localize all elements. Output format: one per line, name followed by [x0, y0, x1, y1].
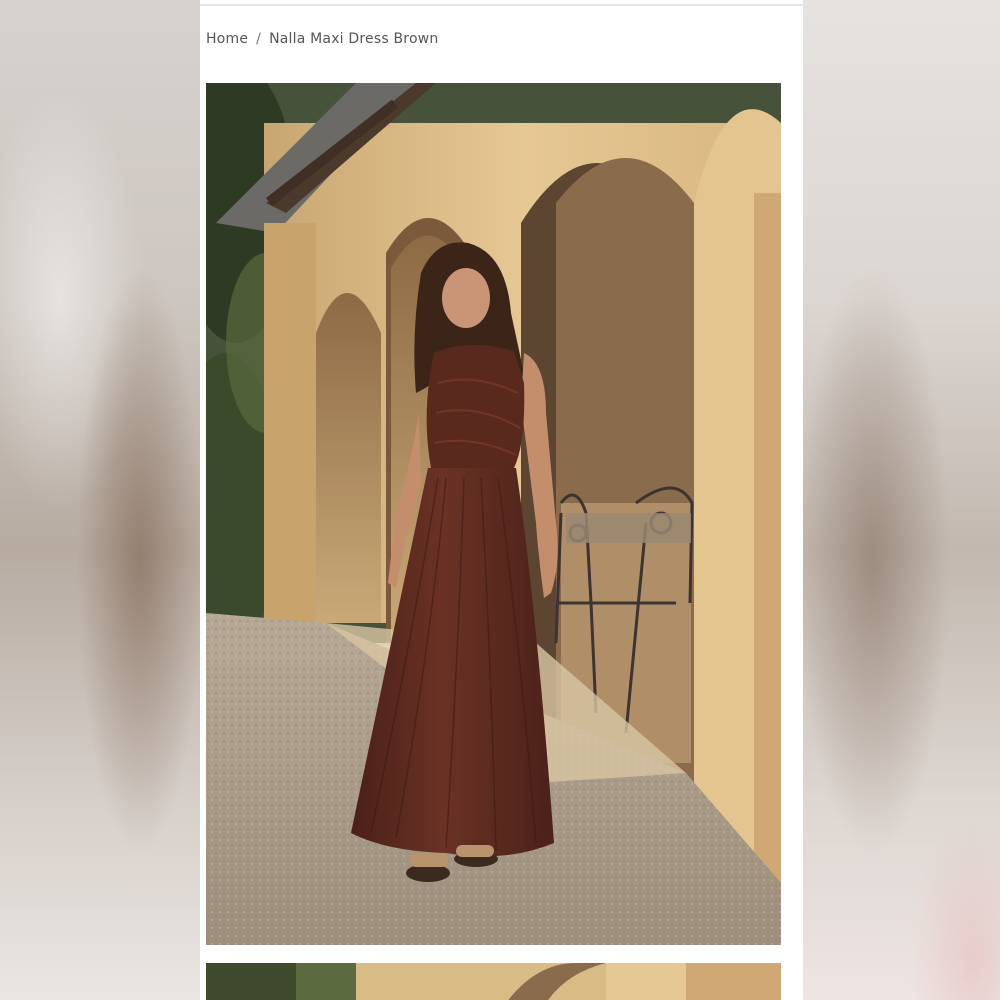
blurred-backdrop-left: [0, 0, 200, 1000]
breadcrumb-separator: /: [256, 31, 262, 47]
breadcrumb: Home / Nalla Maxi Dress Brown: [206, 29, 438, 49]
product-image-secondary[interactable]: [206, 963, 781, 1000]
breadcrumb-home-link[interactable]: Home: [206, 31, 248, 47]
header-divider: [200, 4, 803, 6]
product-page: Home / Nalla Maxi Dress Brown: [200, 0, 803, 1000]
breadcrumb-current: Nalla Maxi Dress Brown: [269, 31, 439, 47]
product-image-main[interactable]: [206, 83, 781, 945]
blurred-backdrop-right: [803, 0, 1000, 1000]
